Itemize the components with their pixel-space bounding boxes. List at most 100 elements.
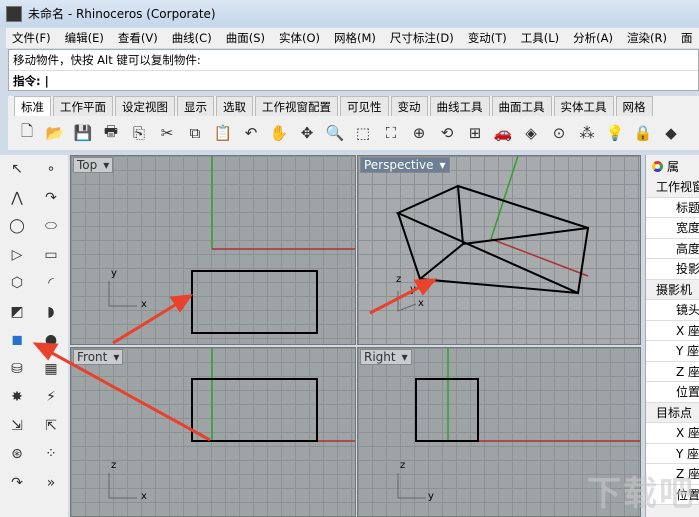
tab-2[interactable]: 设定视图 [115, 96, 175, 116]
tab-6[interactable]: 可见性 [340, 96, 389, 116]
menu-item[interactable]: 查看(V) [118, 30, 158, 46]
axis-label-z: z [111, 460, 117, 471]
ellipse-icon[interactable]: ⬭ [40, 215, 62, 237]
more-icon[interactable]: » [40, 472, 62, 494]
fillet-icon[interactable]: ◜ [40, 272, 62, 294]
four-viewports-icon[interactable]: ⊞ [464, 122, 486, 144]
property-item[interactable]: 标题 [646, 197, 699, 218]
property-item[interactable]: 高度 [646, 238, 699, 259]
pan-hand-icon[interactable]: ✋ [268, 122, 290, 144]
move-icon[interactable]: ⇲ [6, 415, 28, 437]
points-icon[interactable]: ⁂ [576, 122, 598, 144]
property-item[interactable]: X 座 [646, 320, 699, 341]
light-icon[interactable]: 💡 [604, 122, 626, 144]
boolean-icon[interactable]: ⚡ [40, 386, 62, 408]
car-icon[interactable]: 🚗 [492, 122, 514, 144]
tab-3[interactable]: 显示 [177, 96, 214, 116]
offset-icon[interactable]: ⬡ [6, 272, 28, 294]
tab-1[interactable]: 工作平面 [53, 96, 113, 116]
menu-item[interactable]: 面 [681, 30, 693, 46]
viewport-front[interactable]: Front ▾ z x [70, 347, 356, 517]
tab-9[interactable]: 曲面工具 [491, 96, 552, 116]
polygon-icon[interactable]: ▷ [6, 244, 28, 266]
menu-item[interactable]: 变动(T) [468, 30, 507, 46]
mesh-icon[interactable]: ▦ [40, 358, 62, 380]
curve-icon[interactable]: ↷ [40, 187, 62, 209]
undo-icon[interactable]: ↶ [240, 122, 262, 144]
menu-item[interactable]: 实体(O) [279, 30, 320, 46]
sweep-icon[interactable]: ◗ [40, 301, 62, 323]
zoom-window-icon[interactable]: ⬚ [352, 122, 374, 144]
tab-11[interactable]: 网格 [615, 96, 653, 116]
undo-view-icon[interactable]: ⟲ [436, 122, 458, 144]
osnap-icon[interactable]: ⊙ [548, 122, 570, 144]
cylinder-icon[interactable]: ⛁ [6, 358, 28, 380]
tab-0[interactable]: 标准 [14, 96, 51, 116]
property-item[interactable]: Z 座 [646, 361, 699, 382]
viewport-label-right[interactable]: Right ▾ [360, 349, 412, 365]
save-icon[interactable]: 💾 [72, 122, 94, 144]
command-history: 移动物件，快按 Alt 键可以复制物件: [13, 53, 201, 67]
render-icon[interactable]: ◈ [520, 122, 542, 144]
property-item[interactable]: Y 座 [646, 443, 699, 464]
box-icon[interactable]: ◼ [6, 329, 28, 351]
menu-item[interactable]: 渲染(R) [627, 30, 667, 46]
viewport-name: Perspective [364, 158, 434, 172]
menu-item[interactable]: 文件(F) [12, 30, 51, 46]
group-icon[interactable]: ⊛ [6, 443, 28, 465]
property-item[interactable]: 位置 [646, 382, 699, 403]
menu-item[interactable]: 编辑(E) [65, 30, 104, 46]
property-item[interactable]: Y 座 [646, 341, 699, 362]
tab-8[interactable]: 曲线工具 [429, 96, 490, 116]
surface-icon[interactable]: ◩ [6, 301, 28, 323]
point-icon[interactable]: ∘ [40, 158, 62, 180]
viewport-label-perspective[interactable]: Perspective ▾ [360, 157, 450, 173]
menu-item[interactable]: 曲面(S) [226, 30, 265, 46]
property-item[interactable]: X 座 [646, 423, 699, 444]
cut-icon[interactable]: ✂ [156, 122, 178, 144]
tab-5[interactable]: 工作视窗配置 [255, 96, 338, 116]
print-icon[interactable]: 🖶 [100, 122, 122, 144]
menu-item[interactable]: 分析(A) [573, 30, 613, 46]
open-icon[interactable]: 📂 [44, 122, 66, 144]
zoom-icon[interactable]: 🔍 [324, 122, 346, 144]
zoom-extents-icon[interactable]: ⛶ [380, 122, 402, 144]
paste-icon[interactable]: 📋 [212, 122, 234, 144]
property-item[interactable]: 投影 [646, 259, 699, 280]
lock-icon[interactable]: 🔒 [632, 122, 654, 144]
viewport-label-top[interactable]: Top ▾ [73, 157, 114, 173]
circle-icon[interactable]: ◯ [6, 215, 28, 237]
viewport-label-front[interactable]: Front ▾ [73, 349, 124, 365]
polyline-icon[interactable]: ⋀ [6, 187, 28, 209]
menu-item[interactable]: 网格(M) [334, 30, 376, 46]
title-bar: 未命名 - Rhinoceros (Corporate) [0, 0, 699, 27]
property-item[interactable]: 镜头 [646, 300, 699, 321]
transform-icon[interactable]: ⇱ [40, 415, 62, 437]
import-icon[interactable]: ⎘ [128, 122, 150, 144]
tab-10[interactable]: 实体工具 [553, 96, 614, 116]
property-group: 目标点 [646, 402, 699, 423]
command-input[interactable]: 指令: | [9, 70, 698, 90]
copy-icon[interactable]: ⧉ [184, 122, 206, 144]
axis-label-x: x [418, 298, 424, 309]
material-icon[interactable]: ◆ [660, 122, 682, 144]
tab-7[interactable]: 变动 [390, 96, 428, 116]
sphere-icon[interactable]: ● [40, 329, 62, 351]
menu-item[interactable]: 曲线(C) [172, 30, 212, 46]
viewport-perspective[interactable]: Perspective ▾ z y x [357, 155, 641, 345]
array-icon[interactable]: ⁘ [40, 443, 62, 465]
rectangle-icon[interactable]: ▭ [40, 244, 62, 266]
zoom-selected-icon[interactable]: ⊕ [408, 122, 430, 144]
new-icon[interactable]: 🗋 [16, 122, 38, 144]
menu-item[interactable]: 工具(L) [521, 30, 559, 46]
properties-tab[interactable]: 属 [646, 155, 699, 177]
analyze-icon[interactable]: ↷ [6, 472, 28, 494]
rotate-view-icon[interactable]: ✥ [296, 122, 318, 144]
select-icon[interactable]: ↖ [6, 158, 28, 180]
explode-icon[interactable]: ✸ [6, 386, 28, 408]
viewport-top[interactable]: Top ▾ y x [70, 155, 356, 345]
menu-item[interactable]: 尺寸标注(D) [390, 30, 454, 46]
chevron-down-icon: ▾ [439, 158, 446, 172]
property-item[interactable]: 宽度 [646, 218, 699, 239]
tab-4[interactable]: 选取 [216, 96, 253, 116]
